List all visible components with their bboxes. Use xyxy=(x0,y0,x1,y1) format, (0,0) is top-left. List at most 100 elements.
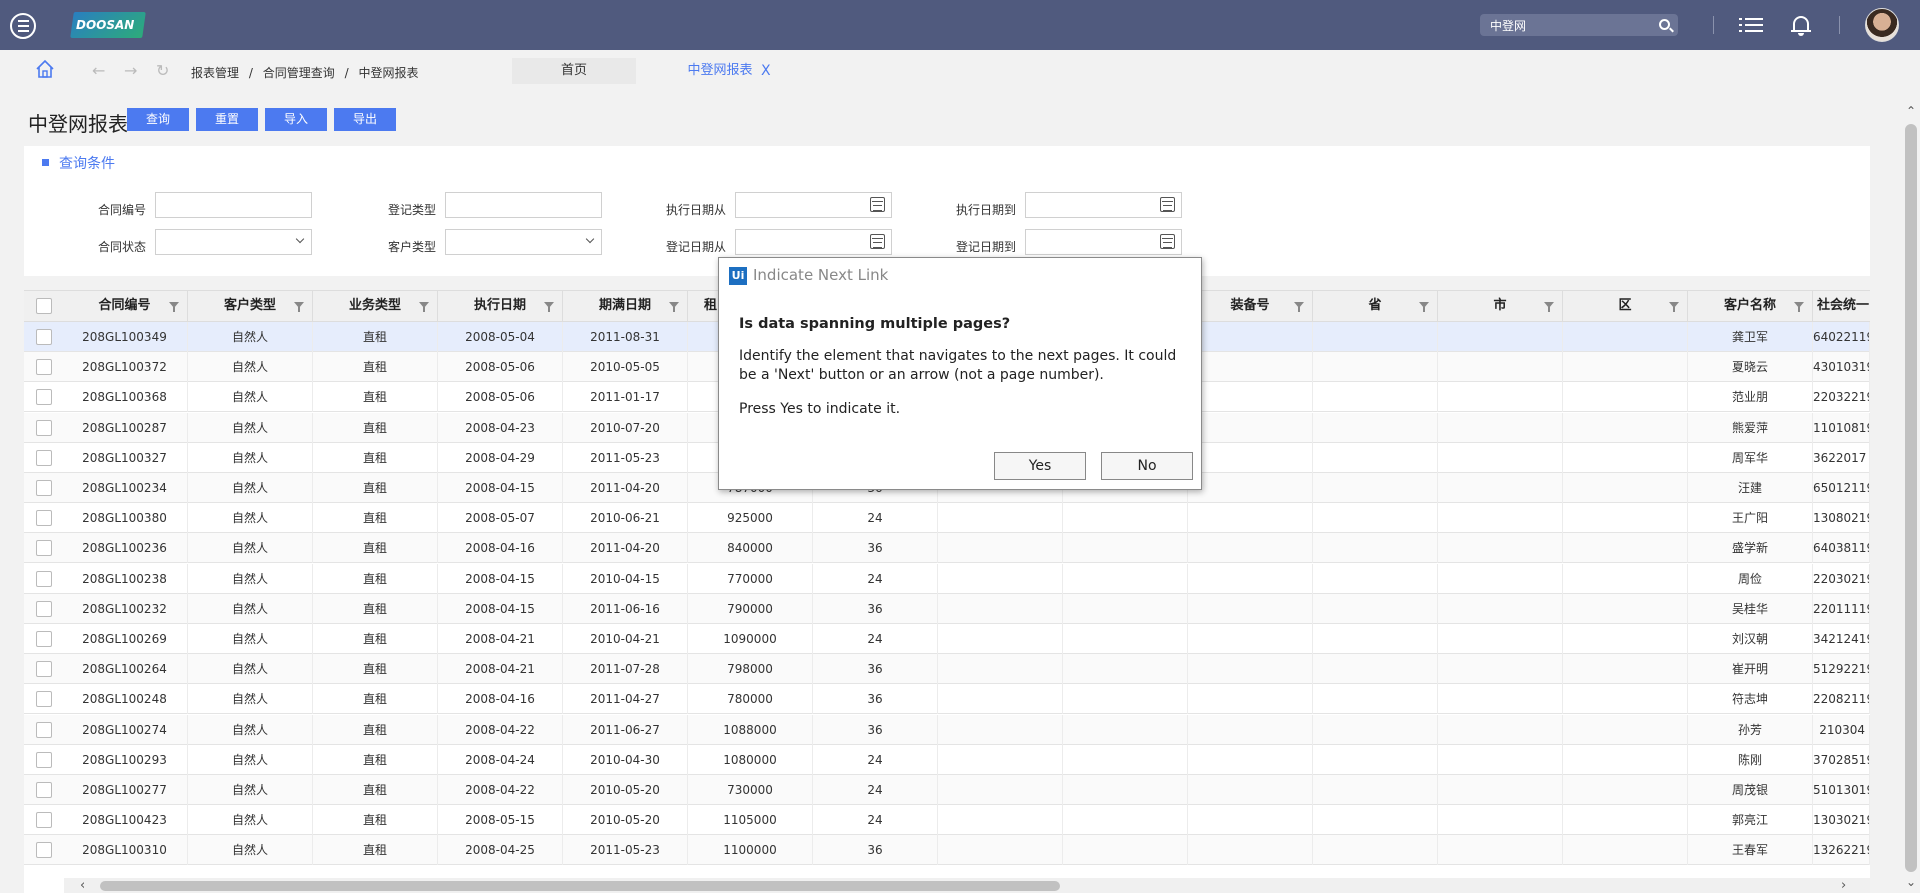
breadcrumb-separator: / xyxy=(344,66,349,80)
export-button[interactable]: 导出 xyxy=(334,108,396,131)
select-all-checkbox[interactable] xyxy=(36,298,52,314)
calendar-icon[interactable] xyxy=(870,197,885,212)
home-icon[interactable] xyxy=(35,59,55,79)
column-header[interactable]: 客户名称 xyxy=(1688,291,1813,321)
scroll-down-arrow-icon[interactable]: ⌄ xyxy=(1906,875,1916,889)
column-header[interactable]: 客户类型 xyxy=(188,291,313,321)
breadcrumb-item[interactable]: 报表管理 xyxy=(191,66,239,80)
filter-icon[interactable] xyxy=(1544,302,1554,312)
row-checkbox[interactable] xyxy=(36,812,52,829)
calendar-icon[interactable] xyxy=(870,234,885,249)
search-input[interactable] xyxy=(1490,16,1650,34)
no-button[interactable]: No xyxy=(1101,452,1193,480)
column-header[interactable]: 省 xyxy=(1313,291,1438,321)
row-checkbox[interactable] xyxy=(36,389,52,406)
row-checkbox[interactable] xyxy=(36,842,52,859)
column-header[interactable]: 区 xyxy=(1563,291,1688,321)
forward-arrow-icon[interactable]: → xyxy=(124,62,137,80)
horizontal-scroll-thumb[interactable] xyxy=(100,881,1060,891)
table-row[interactable]: 208GL100232 自然人 直租 2008-04-15 2011-06-16 7900… xyxy=(24,593,1870,624)
scroll-up-arrow-icon[interactable]: ⌃ xyxy=(1906,104,1916,118)
table-row[interactable]: 208GL100274 自然人 直租 2008-04-22 2011-06-27 1088… xyxy=(24,714,1870,745)
table-row[interactable]: 208GL100248 自然人 直租 2008-04-16 2011-04-27 7800… xyxy=(24,684,1870,715)
row-checkbox[interactable] xyxy=(36,751,52,768)
table-row[interactable]: 208GL100293 自然人 直租 2008-04-24 2010-04-30 1080… xyxy=(24,744,1870,775)
scroll-left-arrow-icon[interactable]: ‹ xyxy=(80,878,85,893)
contract-no-input[interactable] xyxy=(155,192,312,218)
filter-icon[interactable] xyxy=(1669,302,1679,312)
row-checkbox[interactable] xyxy=(36,419,52,436)
notification-bell-icon[interactable] xyxy=(1791,14,1811,36)
column-header[interactable]: 业务类型 xyxy=(313,291,438,321)
row-checkbox[interactable] xyxy=(36,510,52,527)
table-row[interactable]: 208GL100269 自然人 直租 2008-04-21 2010-04-21 1090… xyxy=(24,624,1870,654)
table-cell: 13030219 xyxy=(1813,805,1870,836)
table-row[interactable]: 208GL100380 自然人 直租 2008-05-07 2010-06-21 9250… xyxy=(24,503,1870,534)
row-checkbox[interactable] xyxy=(36,691,52,708)
table-cell: 2011-06-16 xyxy=(563,593,688,624)
tab-close-button[interactable]: X xyxy=(761,58,771,84)
register-type-input[interactable] xyxy=(445,192,602,218)
row-checkbox[interactable] xyxy=(36,721,52,738)
filter-icon[interactable] xyxy=(669,302,679,312)
tab-home[interactable]: 首页 xyxy=(512,58,636,84)
row-checkbox[interactable] xyxy=(36,782,52,798)
table-cell: 2010-07-20 xyxy=(563,412,688,443)
list-icon[interactable] xyxy=(1739,16,1763,34)
vertical-scrollbar[interactable]: ⌃ ⌄ xyxy=(1902,100,1920,893)
row-checkbox[interactable] xyxy=(36,570,52,587)
column-header[interactable]: 合同编号 xyxy=(62,291,188,321)
reset-button[interactable]: 重置 xyxy=(196,108,258,131)
column-header[interactable]: 期满日期 xyxy=(563,291,688,321)
table-row[interactable]: 208GL100236 自然人 直租 2008-04-16 2011-04-20 8400… xyxy=(24,533,1870,564)
yes-button[interactable]: Yes xyxy=(994,452,1086,480)
table-cell: 2008-04-22 xyxy=(438,775,563,805)
menu-icon[interactable] xyxy=(10,13,36,39)
import-button[interactable]: 导入 xyxy=(265,108,327,131)
search-icon[interactable] xyxy=(1659,19,1670,30)
row-checkbox[interactable] xyxy=(36,631,52,647)
contract-status-select[interactable] xyxy=(155,229,312,255)
filter-icon[interactable] xyxy=(294,302,304,312)
exec-date-from-input[interactable] xyxy=(735,192,892,218)
table-row[interactable]: 208GL100238 自然人 直租 2008-04-15 2010-04-15 7700… xyxy=(24,563,1870,594)
table-row[interactable]: 208GL100264 自然人 直租 2008-04-21 2011-07-28 7980… xyxy=(24,654,1870,685)
exec-date-to-input[interactable] xyxy=(1025,192,1182,218)
horizontal-scrollbar[interactable]: ‹ › xyxy=(64,878,1870,893)
column-header[interactable]: 执行日期 xyxy=(438,291,563,321)
row-checkbox[interactable] xyxy=(36,661,52,678)
refresh-icon[interactable]: ↻ xyxy=(156,62,169,80)
breadcrumb-item[interactable]: 合同管理查询 xyxy=(263,66,335,80)
back-arrow-icon[interactable]: ← xyxy=(92,62,105,80)
global-search[interactable] xyxy=(1480,14,1678,36)
column-header[interactable]: 装备号 xyxy=(1188,291,1313,321)
filter-icon[interactable] xyxy=(1794,302,1804,312)
customer-type-select[interactable] xyxy=(445,229,602,255)
row-checkbox[interactable] xyxy=(36,600,52,617)
row-checkbox[interactable] xyxy=(36,329,52,345)
table-row[interactable]: 208GL100277 自然人 直租 2008-04-22 2010-05-20 7300… xyxy=(24,775,1870,805)
row-checkbox[interactable] xyxy=(36,449,52,466)
register-date-to-input[interactable] xyxy=(1025,229,1182,255)
column-header[interactable]: 市 xyxy=(1438,291,1563,321)
row-checkbox[interactable] xyxy=(36,359,52,376)
calendar-icon[interactable] xyxy=(1160,197,1175,212)
filter-icon[interactable] xyxy=(419,302,429,312)
filter-icon[interactable] xyxy=(169,302,179,312)
register-date-from-input[interactable] xyxy=(735,229,892,255)
scroll-right-arrow-icon[interactable]: › xyxy=(1841,878,1846,893)
field-label: 合同状态 xyxy=(97,240,146,254)
row-checkbox[interactable] xyxy=(36,540,52,557)
table-row[interactable]: 208GL100310 自然人 直租 2008-04-25 2011-05-23 1100… xyxy=(24,835,1870,866)
filter-icon[interactable] xyxy=(544,302,554,312)
query-button[interactable]: 查询 xyxy=(127,108,189,131)
vertical-scroll-thumb[interactable] xyxy=(1905,124,1917,872)
row-checkbox[interactable] xyxy=(36,480,52,496)
table-row[interactable]: 208GL100423 自然人 直租 2008-05-15 2010-05-20 1105… xyxy=(24,805,1870,836)
filter-icon[interactable] xyxy=(1294,302,1304,312)
doosan-logo[interactable]: DOOSAN xyxy=(70,12,146,38)
column-header[interactable]: 社会统一 xyxy=(1813,291,1870,321)
calendar-icon[interactable] xyxy=(1160,234,1175,249)
user-avatar[interactable] xyxy=(1865,8,1899,42)
filter-icon[interactable] xyxy=(1419,302,1429,312)
